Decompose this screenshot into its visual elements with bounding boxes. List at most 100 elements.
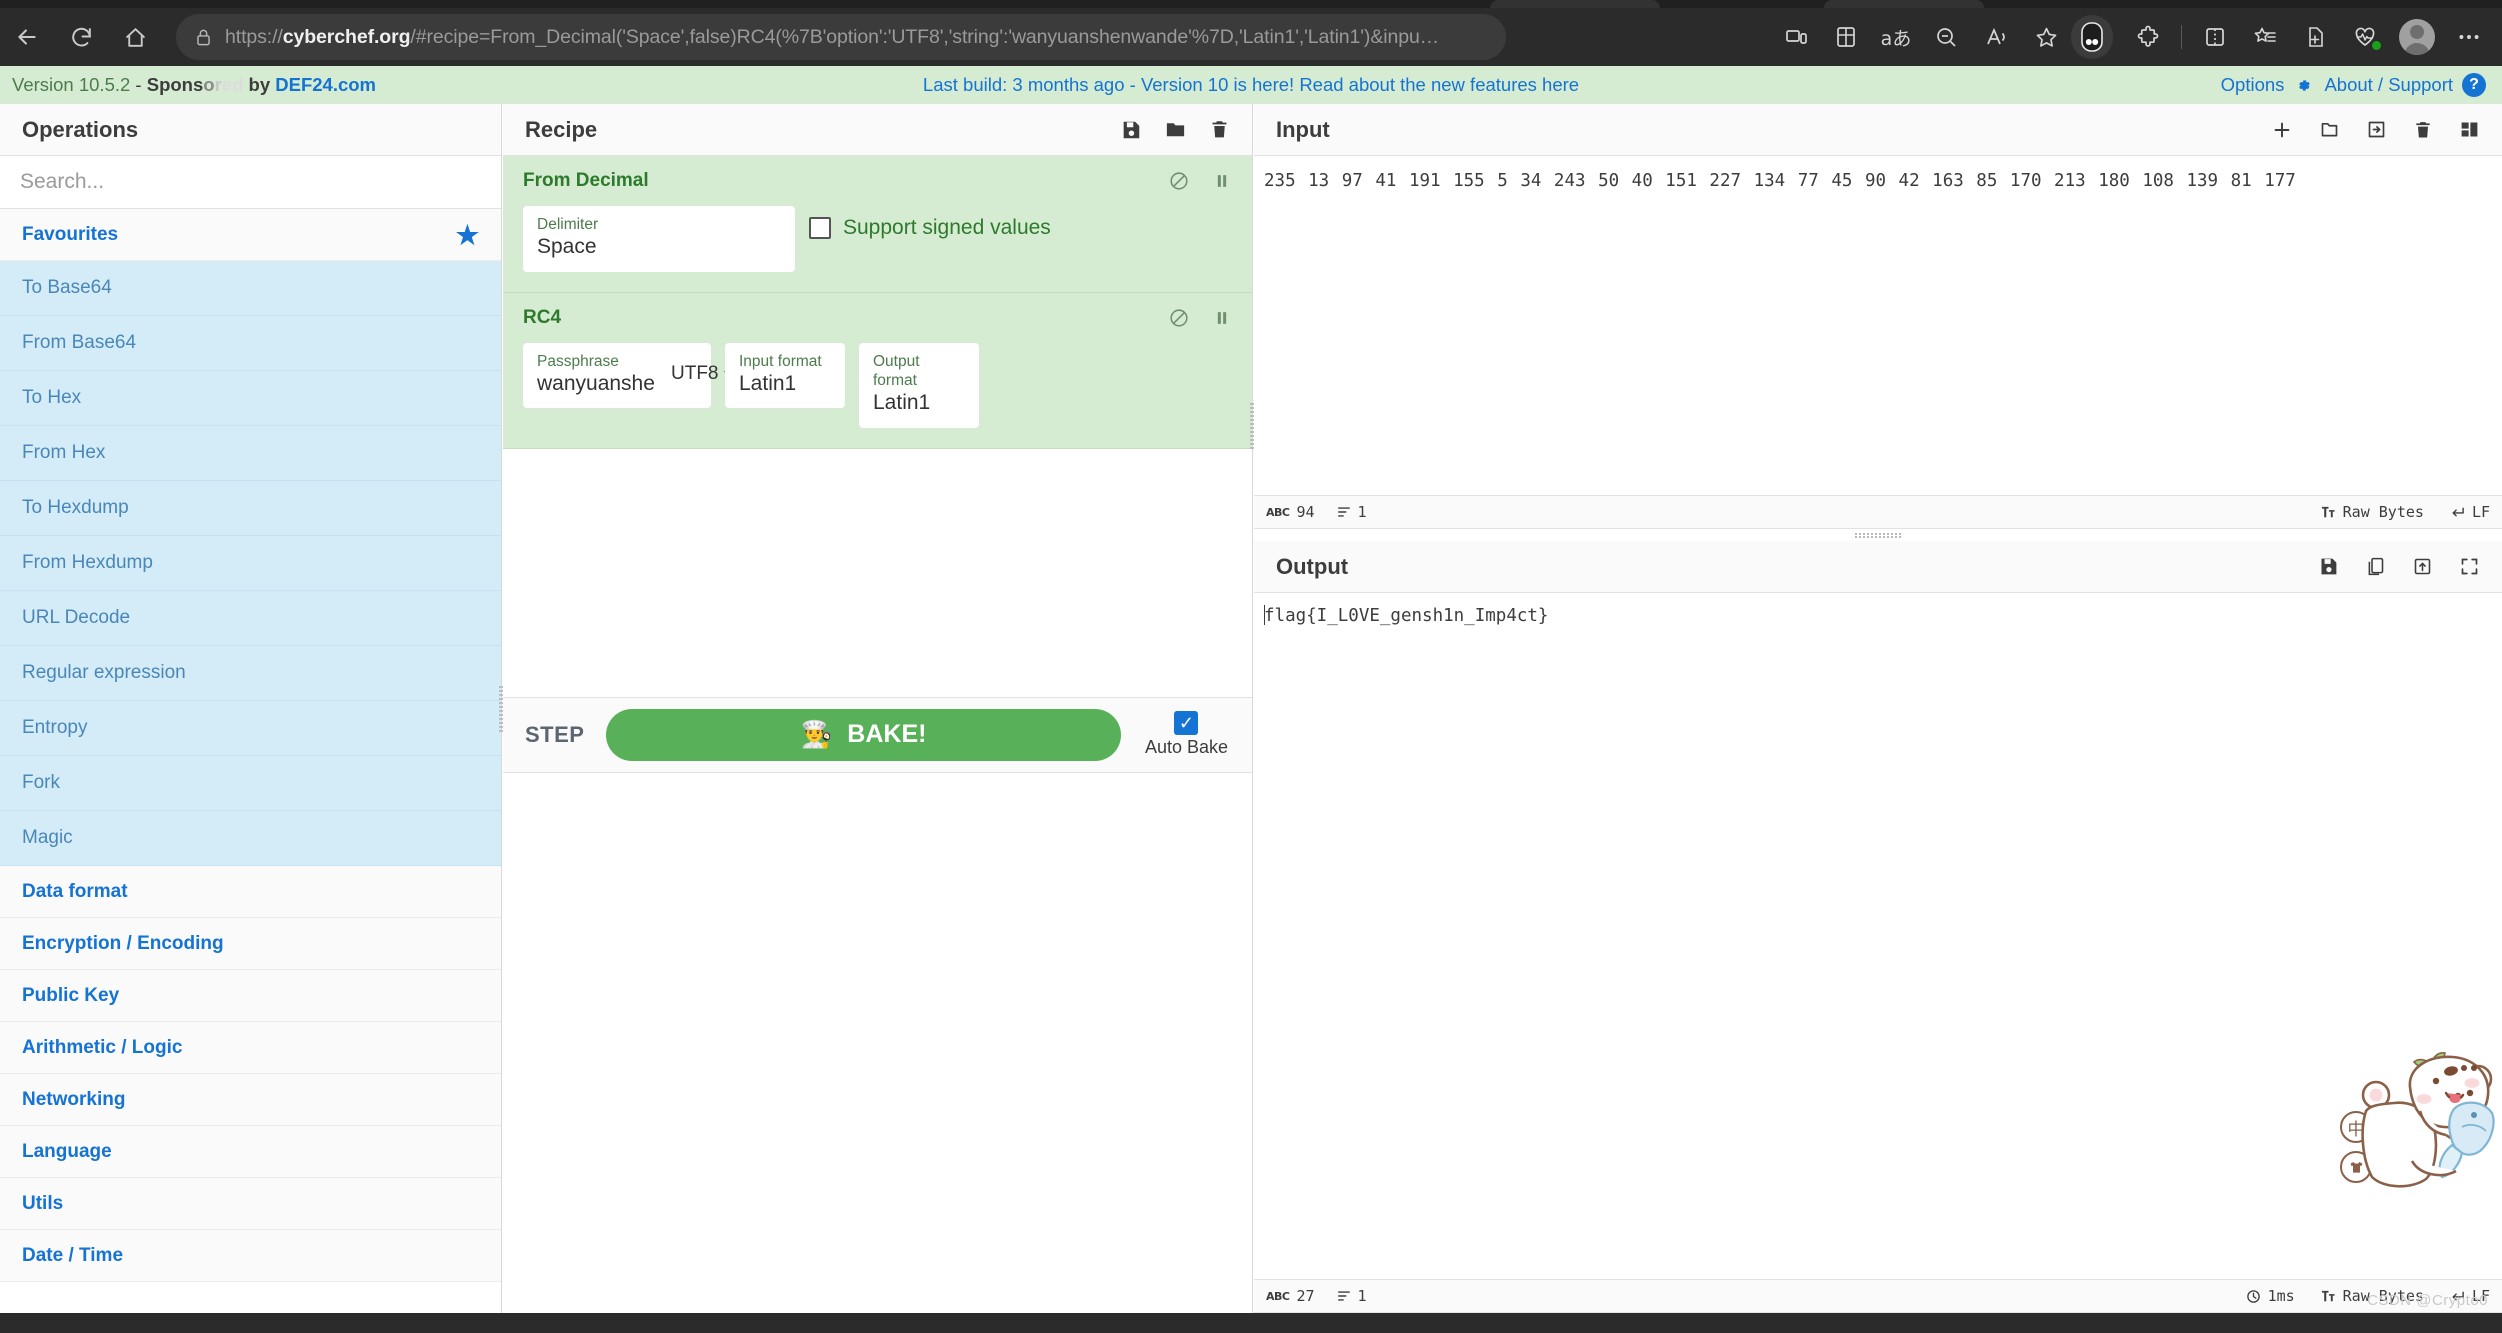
- arg-label: Delimiter: [537, 216, 599, 233]
- options-button[interactable]: Options: [2221, 74, 2285, 96]
- breakpoint-pause-icon[interactable]: [1212, 308, 1232, 333]
- checkbox-unchecked[interactable]: [809, 217, 831, 239]
- copy-output-icon[interactable]: [2365, 556, 2386, 577]
- banner-sponsored-label: Sponsored: [146, 74, 244, 95]
- refresh-button[interactable]: [54, 15, 108, 59]
- operation-item[interactable]: From Hex: [0, 426, 501, 481]
- add-favorite-icon[interactable]: [2290, 15, 2340, 59]
- input-output-splitter[interactable]: [1254, 529, 2502, 541]
- favorites-star-icon[interactable]: [2021, 15, 2071, 59]
- arg-support-signed-values[interactable]: Support signed values: [809, 206, 1051, 240]
- operation-item[interactable]: Regular expression: [0, 646, 501, 701]
- extensions-puzzle-icon[interactable]: [2123, 15, 2173, 59]
- arg-passphrase[interactable]: Passphrase wanyuanshenwa… UTF8: [523, 342, 734, 409]
- output-header: Output: [1254, 541, 2502, 593]
- banner-features-link[interactable]: here: [1542, 74, 1579, 95]
- breakpoint-pause-icon[interactable]: [1212, 171, 1232, 196]
- operation-item[interactable]: From Hexdump: [0, 536, 501, 591]
- category-data-format[interactable]: Data format: [0, 866, 501, 918]
- split-screen-icon[interactable]: [1771, 15, 1821, 59]
- operation-item[interactable]: To Hex: [0, 371, 501, 426]
- operation-item[interactable]: To Base64: [0, 261, 501, 316]
- operation-item[interactable]: Entropy: [0, 701, 501, 756]
- arg-output-format[interactable]: Output format Latin1: [859, 342, 979, 428]
- browser-toolbar: https://cyberchef.org/#recipe=From_Decim…: [0, 8, 2502, 66]
- disable-icon[interactable]: [1168, 307, 1190, 334]
- save-recipe-icon[interactable]: [1120, 119, 1142, 141]
- operations-search[interactable]: [0, 156, 501, 209]
- output-value: flag{I_L0VE_gensh1n_Imp4ct}: [1264, 606, 1549, 626]
- open-file-icon[interactable]: [2366, 119, 2387, 140]
- category-date-time[interactable]: Date / Time: [0, 1230, 501, 1282]
- category-utils[interactable]: Utils: [0, 1178, 501, 1230]
- favourites-star-icon[interactable]: ★: [456, 222, 479, 248]
- lines-icon: [1337, 1289, 1351, 1303]
- operation-item[interactable]: From Base64: [0, 316, 501, 371]
- banner-right-actions: Options About / Support ?: [2221, 73, 2486, 97]
- about-support-button[interactable]: About / Support: [2324, 74, 2453, 96]
- input-eol[interactable]: LF: [2450, 503, 2490, 521]
- operations-list[interactable]: Favourites ★ To Base64 From Base64 To He…: [0, 209, 501, 1313]
- settings-more-icon[interactable]: [2444, 15, 2494, 59]
- open-folder-icon[interactable]: [2319, 119, 2340, 140]
- auto-bake-toggle[interactable]: ✓ Auto Bake: [1121, 711, 1230, 758]
- operation-controls: [1168, 307, 1232, 334]
- disable-icon[interactable]: [1168, 170, 1190, 197]
- browser-essentials-icon[interactable]: [2340, 15, 2390, 59]
- read-aloud-icon[interactable]: [1971, 15, 2021, 59]
- collections-icon[interactable]: [2240, 15, 2290, 59]
- operation-item[interactable]: Magic: [0, 811, 501, 866]
- split-window-icon[interactable]: [2190, 15, 2240, 59]
- address-bar[interactable]: https://cyberchef.org/#recipe=From_Decim…: [176, 14, 1506, 60]
- banner-sponsor-link[interactable]: DEF24.com: [275, 74, 376, 95]
- clear-recipe-icon[interactable]: [1209, 119, 1230, 140]
- operation-item[interactable]: To Hexdump: [0, 481, 501, 536]
- category-networking[interactable]: Networking: [0, 1074, 501, 1126]
- search-input[interactable]: [0, 156, 501, 208]
- checkbox-checked[interactable]: ✓: [1174, 711, 1199, 735]
- arg-input-format[interactable]: Input format Latin1: [725, 342, 845, 409]
- banner-version-sponsor: Version 10.5.2 - Sponsored by DEF24.com: [12, 74, 376, 96]
- input-textarea[interactable]: 235 13 97 41 191 155 5 34 243 50 40 151 …: [1254, 156, 2502, 495]
- zoom-out-icon[interactable]: [1921, 15, 1971, 59]
- arg-delimiter[interactable]: Delimiter Space: [523, 206, 795, 272]
- apps-grid-icon[interactable]: [1821, 15, 1871, 59]
- save-output-icon[interactable]: [2318, 556, 2339, 577]
- copilot-group[interactable]: [2071, 15, 2113, 59]
- recipe-operation-from-decimal[interactable]: From Decimal Delimiter Space Support sig…: [503, 156, 1252, 293]
- output-panel: Output flag{I_L0VE_gensh1n_Imp4ct} ABC 2…: [1254, 541, 2502, 1313]
- recipe-body[interactable]: From Decimal Delimiter Space Support sig…: [503, 156, 1255, 697]
- translate-icon[interactable]: aあ: [1871, 15, 1921, 59]
- reset-layout-icon[interactable]: [2459, 119, 2480, 140]
- output-textarea[interactable]: flag{I_L0VE_gensh1n_Imp4ct}: [1254, 593, 2502, 1279]
- copilot-icon[interactable]: [2075, 15, 2109, 59]
- profile-avatar-icon[interactable]: [2399, 19, 2435, 55]
- chef-icon: 👨‍🍳: [800, 719, 834, 749]
- maximise-icon[interactable]: [2459, 556, 2480, 577]
- help-question-icon[interactable]: ?: [2462, 73, 2486, 97]
- category-arithmetic-logic[interactable]: Arithmetic / Logic: [0, 1022, 501, 1074]
- add-tab-icon[interactable]: [2271, 119, 2293, 141]
- replace-input-icon[interactable]: [2412, 556, 2433, 577]
- bake-button[interactable]: 👨‍🍳 BAKE!: [606, 708, 1121, 761]
- input-header: Input: [1254, 104, 2502, 156]
- category-favourites[interactable]: Favourites ★: [0, 209, 501, 261]
- operation-item[interactable]: Fork: [0, 756, 501, 811]
- font-icon: [2321, 1289, 2336, 1304]
- input-char-count: ABC 94: [1266, 503, 1315, 521]
- operation-item[interactable]: URL Decode: [0, 591, 501, 646]
- home-button[interactable]: [108, 15, 162, 59]
- input-encoding[interactable]: Raw Bytes: [2321, 503, 2424, 521]
- step-button[interactable]: STEP: [525, 722, 606, 748]
- back-button[interactable]: [0, 15, 54, 59]
- browser-tab[interactable]: [1490, 0, 1660, 8]
- category-language[interactable]: Language: [0, 1126, 501, 1178]
- browser-tab[interactable]: [1824, 0, 1984, 8]
- load-recipe-icon[interactable]: [1164, 118, 1187, 141]
- category-encryption-encoding[interactable]: Encryption / Encoding: [0, 918, 501, 970]
- recipe-operation-rc4[interactable]: RC4 Passphrase wanyuanshe UTF8 Input for…: [503, 292, 1252, 449]
- bake-button-label: BAKE!: [847, 720, 927, 748]
- category-public-key[interactable]: Public Key: [0, 970, 501, 1022]
- gear-icon[interactable]: [2293, 74, 2315, 96]
- clear-input-icon[interactable]: [2413, 120, 2433, 140]
